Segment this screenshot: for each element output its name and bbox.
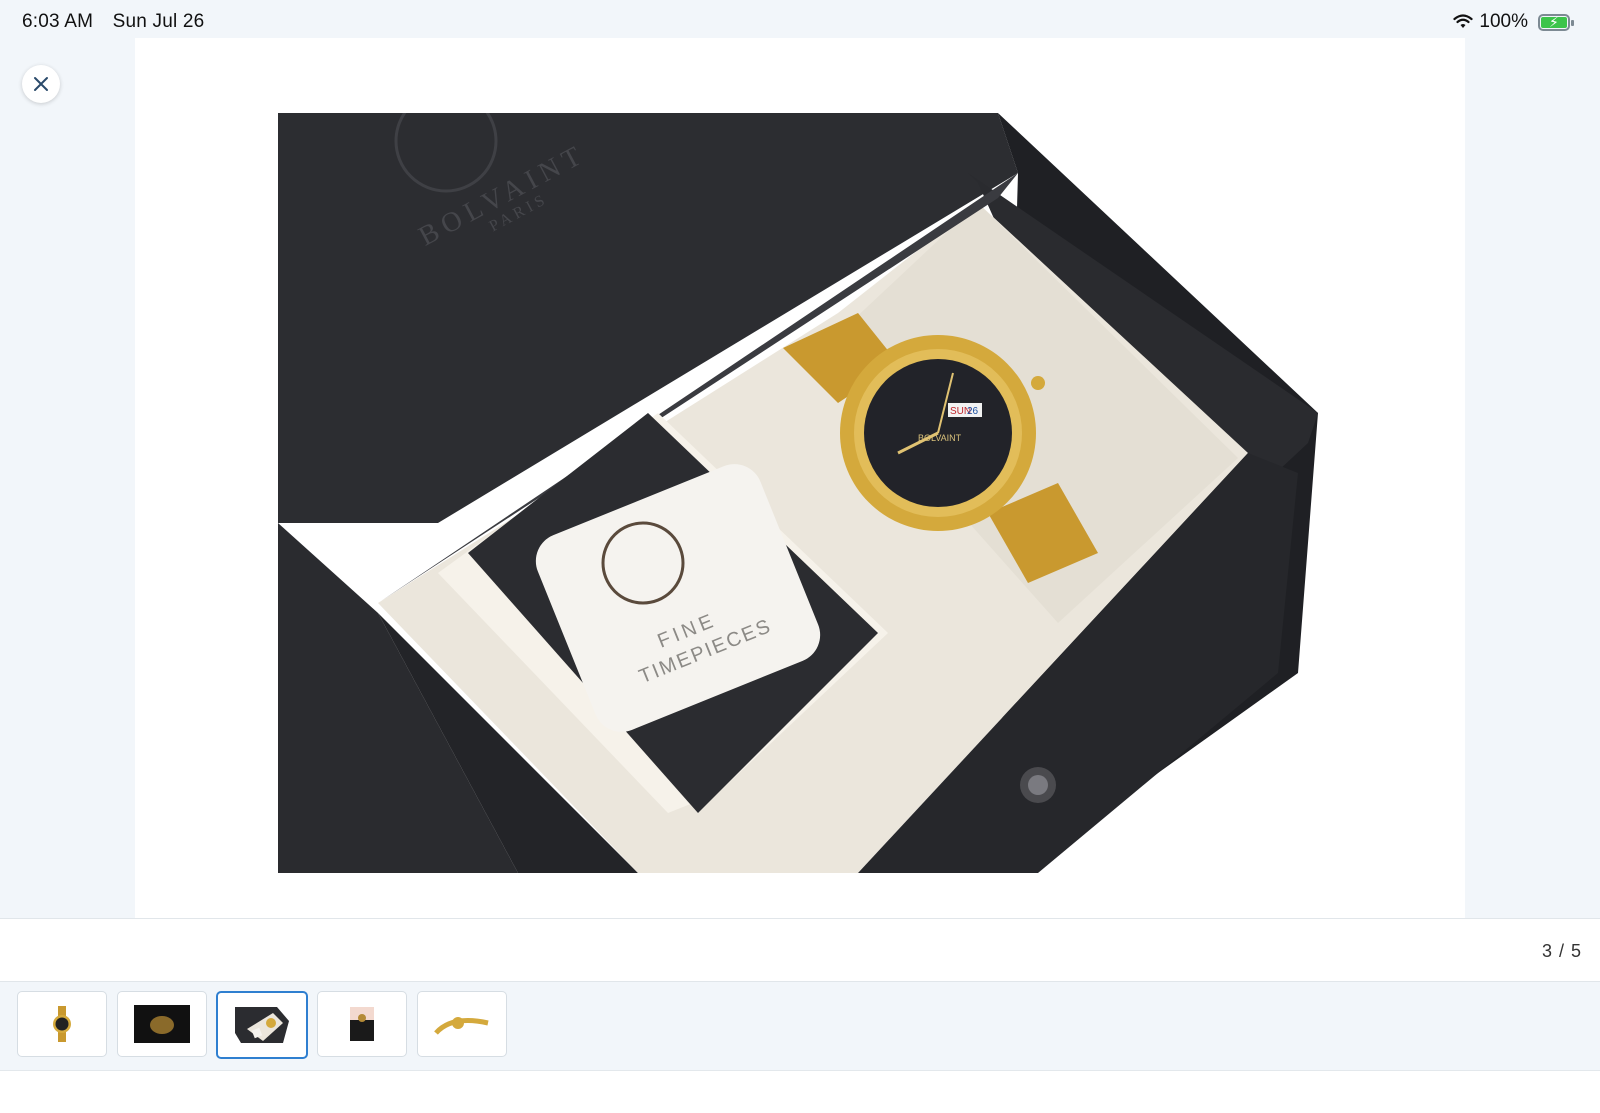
product-image[interactable]: BOLVAINT PARIS FINE TIMEPIECES SUN 26 BO… — [278, 113, 1318, 873]
date-window-text: 26 — [967, 406, 979, 417]
thumbnail-3[interactable] — [216, 991, 308, 1059]
image-counter: 3 / 5 — [1541, 941, 1582, 961]
wrist-thumbnail-image — [350, 1007, 374, 1041]
status-indicators: 100% ⚡ — [1453, 11, 1574, 33]
wifi-icon — [1453, 14, 1473, 28]
caption-bar: 3 / 5 — [0, 918, 1600, 982]
thumbnail-1[interactable] — [17, 991, 107, 1057]
close-icon — [34, 77, 48, 91]
image-stage: BOLVAINT PARIS FINE TIMEPIECES SUN 26 BO… — [135, 38, 1465, 918]
gift-box-thumbnail-image — [235, 1007, 289, 1043]
status-time-date: 6:03 AM Sun Jul 26 — [22, 11, 218, 33]
status-bar: 6:03 AM Sun Jul 26 100% ⚡ — [0, 0, 1600, 40]
bottom-band — [0, 1070, 1600, 1113]
watch-thumbnail-image — [53, 1006, 71, 1042]
battery-icon: ⚡ — [1538, 13, 1574, 31]
dark-watch-thumbnail-image — [134, 1005, 190, 1043]
status-time: 6:03 AM — [22, 11, 94, 32]
side-watch-thumbnail-image — [434, 1017, 489, 1035]
thumbnail-2[interactable] — [117, 991, 207, 1057]
thumbnail-strip — [0, 982, 1600, 1070]
battery-percent: 100% — [1479, 11, 1528, 32]
thumbnail-5[interactable] — [417, 991, 507, 1057]
watch-brand-text: BOLVAINT — [918, 433, 962, 443]
close-button[interactable] — [22, 65, 60, 103]
thumbnail-4[interactable] — [317, 991, 407, 1057]
status-date: Sun Jul 26 — [112, 11, 205, 32]
